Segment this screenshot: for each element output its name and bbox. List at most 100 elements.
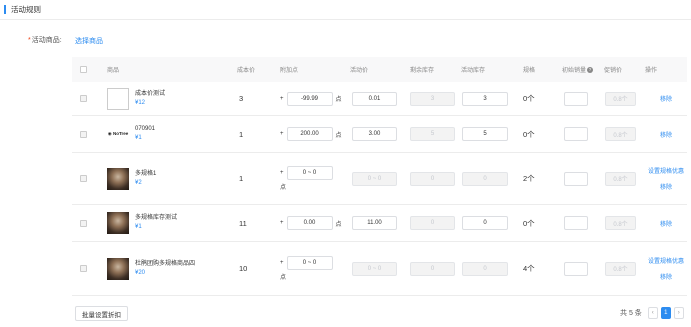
initial-sales-input[interactable] [564, 216, 588, 230]
activity-stock-input[interactable]: 5 [462, 127, 508, 141]
col-promo: 促销价 [604, 68, 623, 74]
remaining-stock-input: 5 [410, 127, 455, 141]
plus-sign: + [280, 95, 284, 102]
table-header: 商品 成本价 附加点 活动价 剩余库存 活动库存 规格 初始销量 ? 促销价 操… [72, 57, 687, 82]
cost-price: 1 [239, 129, 244, 139]
question-icon[interactable]: ? [587, 66, 594, 73]
remove-link[interactable]: 移除 [660, 130, 672, 139]
section-accent-bar [4, 4, 6, 14]
activity-price-input[interactable]: 3.00 [352, 127, 397, 141]
initial-sales-input[interactable] [564, 171, 588, 186]
product-name: 多规格库存测试 [135, 215, 178, 221]
activity-stock-input: 0 [462, 261, 508, 276]
col-remain: 剩余库存 [410, 68, 435, 74]
plus-sign: + [280, 131, 284, 137]
activity-stock-input: 0 [462, 171, 508, 186]
initial-sales-input[interactable] [564, 127, 588, 141]
plus-sign: + [280, 220, 284, 226]
table-row: 杜鹃团购多规格商品四 ¥20 10 + 0 ~ 0 点 0 ~ 0 0 0 4个… [72, 242, 687, 296]
activity-price-input[interactable]: 0.01 [352, 91, 397, 106]
row-checkbox[interactable] [80, 265, 87, 272]
page-1-button[interactable]: 1 [660, 307, 671, 319]
remove-link[interactable]: 移除 [660, 94, 672, 103]
prev-page-button[interactable]: ‹ [647, 307, 658, 319]
cost-price: 11 [239, 218, 247, 228]
total-count: 共 5 条 [620, 310, 642, 317]
remaining-stock-input: 0 [410, 216, 455, 230]
remove-link[interactable]: 移除 [660, 272, 672, 281]
row-checkbox[interactable] [80, 175, 87, 182]
cost-price: 10 [239, 264, 248, 273]
plus-sign: + [280, 260, 284, 266]
initial-sales-input[interactable] [564, 91, 588, 106]
row-checkbox[interactable] [80, 130, 87, 138]
spec-count: 0个 [523, 129, 535, 139]
promo-price-input: 0.8个 [605, 216, 636, 230]
activity-goods-label: * 活动商品: [28, 35, 62, 45]
promo-price-input: 0.8个 [605, 91, 636, 106]
row-checkbox[interactable] [80, 95, 87, 102]
table-row: ◉ NoTree 070901 ¥1 1 + 200.00 点 3.00 5 5… [72, 116, 687, 153]
set-spec-discount-link[interactable]: 设置规格优惠 [648, 166, 684, 175]
product-logo-image: ◉ NoTree [107, 123, 129, 145]
points-input[interactable]: -99.99 [286, 91, 333, 106]
product-price: ¥2 [135, 179, 142, 186]
select-all-checkbox[interactable] [80, 66, 87, 73]
product-name: 多规格1 [135, 170, 157, 177]
points-input[interactable]: 200.00 [286, 127, 333, 141]
points-range-input[interactable]: 0 ~ 0 [286, 256, 333, 270]
product-price: ¥12 [135, 99, 146, 106]
plus-sign: + [280, 170, 284, 176]
remaining-stock-input: 3 [410, 91, 455, 106]
table-row: 多规格1 ¥2 1 + 0 ~ 0 点 0 ~ 0 0 0 2个 0.8个 设置… [72, 153, 687, 205]
product-image [107, 212, 129, 234]
product-name: 杜鹃团购多规格商品四 [135, 260, 196, 267]
section-header: 活动规则 [4, 4, 41, 14]
points-unit: 点 [335, 132, 342, 139]
initial-sales-input[interactable] [564, 261, 588, 276]
next-page-button[interactable]: › [673, 307, 684, 319]
row-checkbox[interactable] [80, 219, 87, 227]
activity-price-input: 0 ~ 0 [352, 261, 397, 276]
product-image [107, 257, 129, 280]
spec-count: 0个 [523, 218, 535, 228]
product-image [107, 167, 129, 190]
col-act-price: 活动价 [350, 68, 369, 74]
promo-price-input: 0.8个 [605, 261, 636, 276]
col-init-sales-label: 初始销量 [562, 68, 587, 74]
col-cost: 成本价 [237, 68, 256, 74]
field-label: 活动商品: [31, 37, 62, 44]
goods-table: 商品 成本价 附加点 活动价 剩余库存 活动库存 规格 初始销量 ? 促销价 操… [72, 57, 687, 296]
section-title: 活动规则 [11, 4, 41, 14]
product-price: ¥1 [135, 224, 142, 230]
remove-link[interactable]: 移除 [660, 219, 672, 228]
activity-stock-input[interactable]: 3 [462, 91, 508, 106]
col-init-sales: 初始销量 ? [562, 65, 594, 74]
col-stock: 活动库存 [461, 68, 486, 74]
col-goods: 商品 [107, 68, 120, 74]
product-price: ¥20 [135, 269, 146, 276]
col-ops: 操作 [645, 68, 658, 74]
points-input[interactable]: 0.00 [286, 216, 333, 230]
select-goods-link[interactable]: 选择商品 [75, 36, 103, 46]
product-name: 070901 [135, 126, 156, 132]
points-unit: 点 [335, 221, 342, 228]
table-row: 多规格库存测试 ¥1 11 + 0.00 点 11.00 0 0 0个 0.8个… [72, 205, 687, 242]
product-image-placeholder [107, 87, 129, 110]
promo-price-input: 0.8个 [605, 171, 636, 186]
set-spec-discount-link[interactable]: 设置规格优惠 [648, 256, 684, 265]
col-points: 附加点 [280, 68, 299, 74]
divider [0, 19, 691, 20]
spec-count: 0个 [523, 94, 535, 103]
promo-price-input: 0.8个 [605, 127, 636, 141]
remove-link[interactable]: 移除 [660, 182, 672, 191]
spec-count: 4个 [523, 264, 535, 273]
product-name: 成本价测试 [135, 90, 166, 97]
batch-discount-button[interactable]: 批量设置折扣 [75, 306, 128, 321]
points-unit: 点 [280, 275, 287, 281]
cost-price: 1 [239, 174, 244, 183]
activity-price-input[interactable]: 11.00 [352, 216, 397, 230]
activity-stock-input[interactable]: 0 [462, 216, 508, 230]
points-range-input[interactable]: 0 ~ 0 [286, 166, 333, 180]
points-unit: 点 [280, 185, 287, 191]
